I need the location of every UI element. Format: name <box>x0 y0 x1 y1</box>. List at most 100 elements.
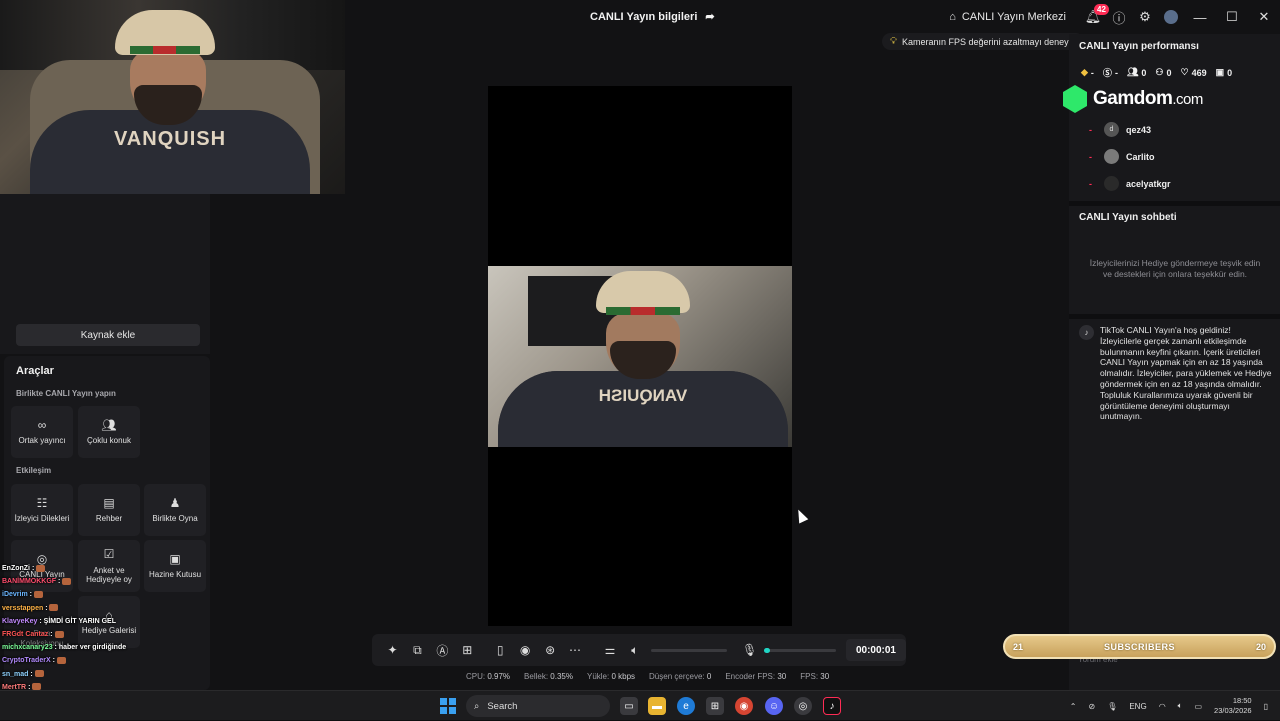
chrome-icon[interactable]: ◉ <box>735 697 753 715</box>
magic-wand-icon[interactable]: ✦ <box>380 634 405 666</box>
wifi-icon[interactable]: ◠ <box>1159 702 1166 711</box>
taskbar-search[interactable]: ⌕ Search <box>466 695 610 717</box>
windows-start-icon[interactable] <box>440 698 456 714</box>
minimize-icon[interactable]: — <box>1184 0 1216 34</box>
subscribers-left-count: 21 <box>1013 641 1024 652</box>
play-together-tile[interactable]: ♟ Birlikte Oyna <box>144 484 206 536</box>
store-icon[interactable]: ⊞ <box>706 697 724 715</box>
preview-shirt-text: VANQUISH <box>598 386 688 405</box>
stat-viewers: 👥︎ 0 <box>1126 67 1147 78</box>
help-icon[interactable]: ⓘ <box>1106 0 1132 34</box>
emote-icon <box>36 564 46 572</box>
chat-username: iDevrim <box>2 591 28 599</box>
joystick-icon: ♟ <box>169 496 181 510</box>
avatar <box>1104 149 1119 164</box>
performance-stats: ◆ - Ⓢ - 👥︎ 0 ⚇ 0 ♡ 469 ▣ 0 <box>1081 66 1232 79</box>
edge-icon[interactable]: e <box>677 697 695 715</box>
treasure-box-tile[interactable]: ▣ Hazine Kutusu <box>144 540 206 592</box>
stat-coins: Ⓢ - <box>1102 67 1118 79</box>
multi-guest-tile[interactable]: 👥︎ Çoklu konuk <box>78 406 140 458</box>
portrait-icon[interactable]: ▯ <box>488 634 513 666</box>
viewer-rank: - <box>1089 124 1092 135</box>
stat-likes: ♡ 469 <box>1180 67 1207 78</box>
file-explorer-icon[interactable]: ▬ <box>648 697 666 715</box>
volume-tray-icon[interactable]: 🔈︎ <box>1178 701 1183 711</box>
stat-new-followers: ⚇ 0 <box>1155 67 1172 78</box>
viewer-row[interactable]: - Carlito <box>1089 149 1155 164</box>
mouse-cursor <box>793 507 809 524</box>
camera-settings-icon[interactable]: ⊛ <box>538 634 563 666</box>
tools-title: Araçlar <box>16 365 54 377</box>
maximize-icon[interactable]: ☐ <box>1216 0 1248 34</box>
network-off-icon[interactable]: ⊘ <box>1088 702 1095 711</box>
link-icon: ∞ <box>37 418 47 432</box>
avatar <box>1104 176 1119 191</box>
mic-level-slider[interactable] <box>764 647 836 653</box>
emote-icon <box>34 670 44 678</box>
chat-hint: İzleyicilerinizi Hediye göndermeye teşvi… <box>1089 258 1261 279</box>
stream-preview: VANQUISH <box>488 86 792 626</box>
chat-username: KlavyeKey <box>2 617 38 625</box>
viewer-name: qez43 <box>1126 124 1152 135</box>
emote-icon <box>33 591 43 599</box>
volume-slider[interactable] <box>651 648 728 652</box>
tiktok-icon: ♪ <box>1079 325 1094 340</box>
chat-line: iDevrim : <box>2 588 142 601</box>
memory-value: 0.35% <box>550 672 573 681</box>
battery-icon[interactable]: ▭ <box>1194 702 1202 711</box>
close-icon[interactable]: ✕ <box>1248 0 1280 34</box>
chat-username: BANİMMOKKGF <box>2 578 57 586</box>
home-icon: ⌂ <box>949 11 956 23</box>
settings-icon[interactable]: ⚙ <box>1132 0 1158 34</box>
guide-tile[interactable]: ▤ Rehber <box>78 484 140 536</box>
chat-username: michxcanary23 <box>2 644 53 652</box>
discord-icon[interactable]: ☺ <box>765 697 783 715</box>
speaker-icon[interactable]: 🔈︎ <box>622 634 647 666</box>
avatar: d <box>1104 122 1119 137</box>
co-host-tile[interactable]: ∞ Ortak yayıncı <box>11 406 73 458</box>
task-view-icon[interactable]: ▭ <box>620 697 638 715</box>
add-source-button[interactable]: Kaynak ekle <box>16 324 200 346</box>
mic-level-fill <box>764 647 770 653</box>
subscribers-right-count: 20 <box>1255 641 1266 652</box>
title-bar: CANLI Yayın bilgileri ➦ ⌂ CANLI Yayın Me… <box>345 0 1280 34</box>
viewer-row[interactable]: - acelyatkgr <box>1089 176 1171 191</box>
taskbar: ⌕ Search ▭ ▬ e ⊞ ◉ ☺ ◎ ♪ ⌃ ⊘ 🎙︎ ENG ◠ 🔈︎ … <box>0 690 1280 720</box>
microphone-tray-icon[interactable]: 🎙︎ <box>1107 702 1117 711</box>
record-icon[interactable]: ◉ <box>513 634 538 666</box>
stream-info-title[interactable]: CANLI Yayın bilgileri ➦ <box>590 10 715 24</box>
chat-title: CANLI Yayın sohbeti <box>1079 212 1177 223</box>
notification-center-icon[interactable]: ▯ <box>1264 702 1268 711</box>
obs-icon[interactable]: ◎ <box>794 697 812 715</box>
tiktok-live-studio-icon[interactable]: ♪ <box>823 697 841 715</box>
section-live-together: Birlikte CANLI Yayın yapın <box>16 389 116 398</box>
viewer-row[interactable]: - d qez43 <box>1089 122 1151 137</box>
stream-timer: 00:00:01 <box>845 639 906 661</box>
chevron-up-icon[interactable]: ⌃ <box>1070 702 1077 711</box>
dropped-frames-value: 0 <box>706 672 712 681</box>
requests-icon: ☷ <box>36 496 48 510</box>
viewers-icon: 👥︎ <box>1126 67 1139 77</box>
system-tray: ⌃ ⊘ 🎙︎ ENG ◠ 🔈︎ ▭ 18:50 23/03/2026 ▯ <box>1070 691 1268 721</box>
viewer-rank: - <box>1089 151 1092 162</box>
fps-tip: 💡︎ Kameranın FPS değerini azaltmayı deney… <box>882 33 1084 50</box>
clock[interactable]: 18:50 23/03/2026 <box>1214 696 1252 716</box>
microphone-icon[interactable]: 🎙︎ <box>737 634 762 666</box>
share-icon[interactable]: ➦ <box>705 10 714 23</box>
effects-icon[interactable]: ⧉ <box>405 634 430 666</box>
ai-icon[interactable]: Ⓐ <box>430 634 455 666</box>
sliders-icon[interactable]: ⚌ <box>598 634 623 666</box>
notifications-icon[interactable]: 🔔︎ 42 <box>1080 0 1109 34</box>
viewer-requests-tile[interactable]: ☷ İzleyici Dilekleri <box>11 484 73 536</box>
avatar[interactable] <box>1158 0 1184 34</box>
language-indicator[interactable]: ENG <box>1129 702 1146 711</box>
chat-line: CryptoTraderX : <box>2 654 142 667</box>
live-center-button[interactable]: ⌂ CANLI Yayın Merkezi <box>949 11 1066 23</box>
emote-icon <box>49 604 59 612</box>
gamdom-overlay: Gamdom.com <box>1063 84 1239 114</box>
lightbulb-icon: 💡︎ <box>890 36 897 47</box>
add-layer-icon[interactable]: ⊞ <box>455 634 480 666</box>
more-icon[interactable]: ⋯ <box>563 634 588 666</box>
chat-line: michxcanary23 : haber ver girdiğinde <box>2 644 127 652</box>
stream-toolbar: ✦ ⧉ Ⓐ ⊞ ▯ ◉ ⊛ ⋯ ⚌ 🔈︎ 🎙︎ 00:00:01 <box>372 634 906 666</box>
